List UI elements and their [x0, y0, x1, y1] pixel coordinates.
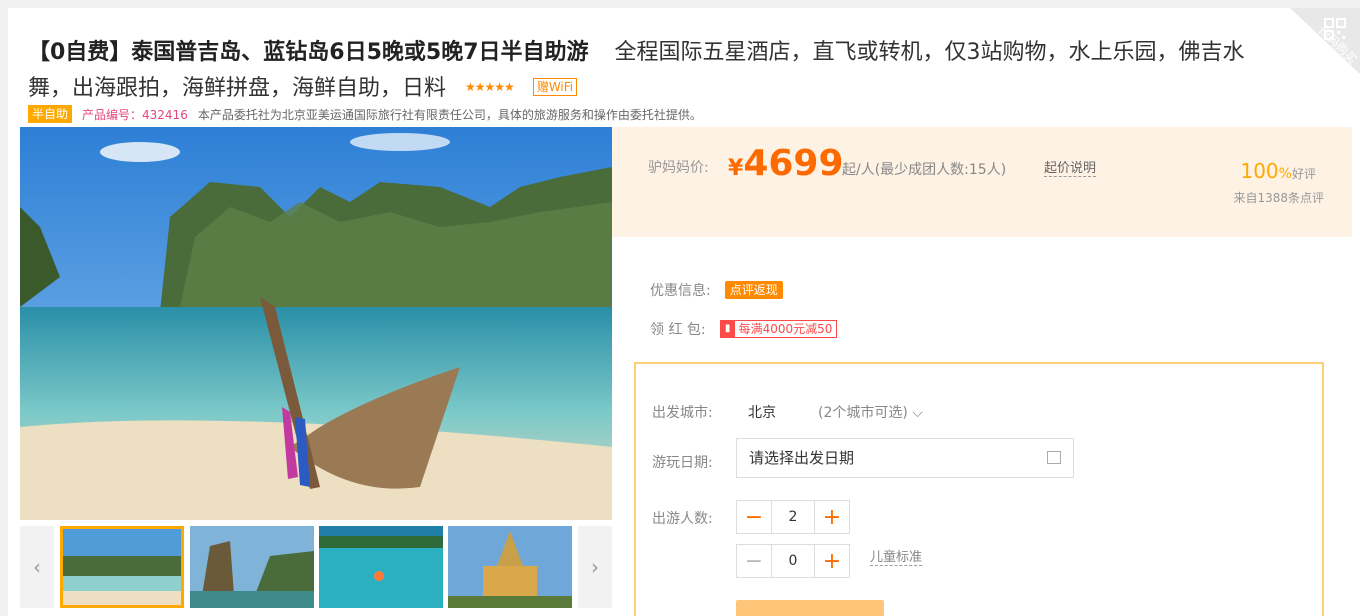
product-meta: 半自助 产品编号：432416 本产品委托社为北京亚美运通国际旅行社有限责任公司…: [28, 104, 702, 124]
wifi-tag: 赠WiFi: [532, 78, 578, 96]
calendar-icon: [1047, 451, 1061, 464]
agency-note: 本产品委托社为北京亚美运通国际旅行社有限责任公司，具体的旅游服务和操作由委托社提…: [197, 107, 702, 122]
book-button[interactable]: [736, 600, 884, 616]
adult-stepper: − 2 +: [736, 500, 850, 534]
thumbnail-strip: ‹ ›: [20, 526, 612, 608]
departure-city[interactable]: 北京: [748, 402, 776, 422]
positive-rate: 100%好评: [1240, 159, 1316, 183]
review-count[interactable]: 来自1388条点评: [1233, 189, 1324, 206]
city-selector[interactable]: (2个城市可选) ⌵: [818, 402, 923, 422]
redpacket-row: 领 红 包: ▮ 每满4000元减50: [650, 319, 838, 339]
adult-count[interactable]: 2: [771, 501, 815, 533]
star-rating-icon: ★★★★★: [465, 80, 515, 94]
review-cashback-tag[interactable]: 点评返现: [724, 281, 783, 299]
hero-image: [20, 127, 612, 520]
product-title: 【0自费】泰国普吉岛、蓝钻岛6日5晚或5晚7日半自助游 全程国际五星酒店，直飞或转…: [28, 36, 1278, 106]
adult-plus-icon[interactable]: +: [815, 501, 849, 533]
title-main: 【0自费】泰国普吉岛、蓝钻岛6日5晚或5晚7日半自助游: [28, 40, 589, 65]
redpacket-label: 领 红 包:: [650, 322, 706, 338]
tour-type-tag: 半自助: [28, 105, 73, 123]
booking-panel: 出发城市: 北京 (2个城市可选) ⌵ 游玩日期: 请选择出发日期 出游人数: …: [634, 362, 1324, 616]
child-minus-icon[interactable]: −: [737, 545, 771, 577]
thumbnail-2[interactable]: [190, 526, 314, 608]
child-standard-link[interactable]: 儿童标准: [870, 546, 923, 566]
price-unit: 起/人(最少成团人数:15人): [842, 162, 1007, 178]
thumbnail-1[interactable]: [60, 526, 184, 608]
city-label: 出发城市:: [652, 405, 713, 421]
price-label: 驴妈妈价:: [648, 160, 709, 176]
redpacket-tag[interactable]: ▮ 每满4000元减50: [719, 320, 838, 338]
scan-to-buy-badge[interactable]: 扫码购买: [1290, 8, 1360, 74]
product-number: 产品编号：432416: [82, 107, 188, 122]
child-count[interactable]: 0: [771, 545, 815, 577]
date-picker[interactable]: 请选择出发日期: [736, 438, 1074, 478]
child-plus-icon[interactable]: +: [815, 545, 849, 577]
people-label: 出游人数:: [652, 511, 713, 527]
thumbnail-4[interactable]: [448, 526, 572, 608]
chevron-down-icon: ⌵: [912, 405, 923, 421]
price-info-link[interactable]: 起价说明: [1044, 157, 1097, 177]
thumb-next-icon[interactable]: ›: [578, 526, 612, 608]
date-label: 游玩日期:: [652, 455, 713, 471]
price-value: ¥4699: [728, 143, 844, 184]
thumb-prev-icon[interactable]: ‹: [20, 526, 54, 608]
redpacket-icon: ▮: [720, 321, 735, 337]
thumbnail-3[interactable]: [319, 526, 443, 608]
discount-row: 优惠信息: 点评返现: [650, 280, 783, 300]
child-stepper: − 0 +: [736, 544, 850, 578]
adult-minus-icon[interactable]: −: [737, 501, 771, 533]
price-panel: 驴妈妈价: ¥4699 起/人(最少成团人数:15人) 起价说明 100%好评 …: [612, 127, 1352, 237]
discount-label: 优惠信息:: [650, 283, 711, 299]
